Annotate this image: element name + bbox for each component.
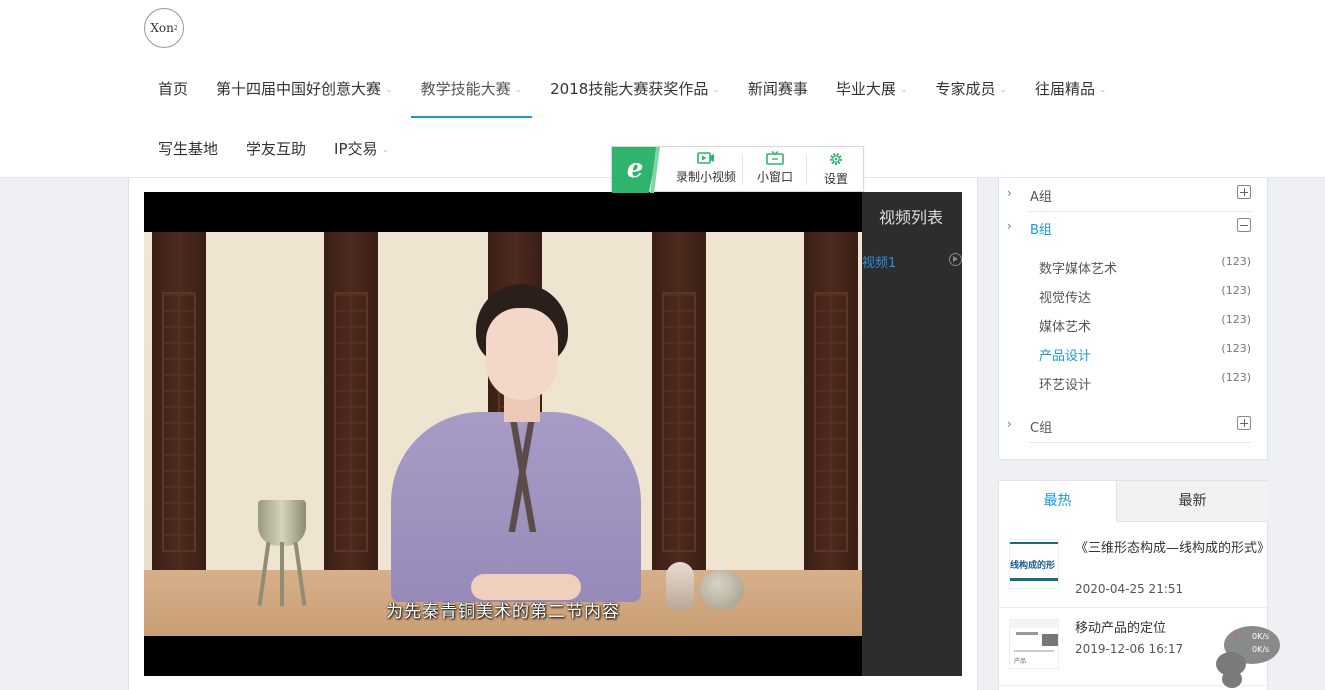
chevron-down-icon: ⌄ <box>381 144 390 155</box>
video-scene-paper-panel <box>706 232 804 572</box>
article-date: 2019-12-06 16:17 <box>1075 642 1184 656</box>
category-sidebar: › A组 › B组 数字媒体艺术 (123) 视觉传达 (123) 媒体艺术 (123… <box>998 178 1268 460</box>
thumbnail-text: 产品 <box>1014 658 1027 665</box>
chevron-down-icon: ⌄ <box>1099 84 1107 95</box>
category-item-selected[interactable]: 产品设计 (123) <box>1039 342 1251 365</box>
video-list-item[interactable]: 视频1 <box>862 252 962 271</box>
chevron-down-icon: ⌄ <box>712 84 720 95</box>
nav-item-news[interactable]: 新闻赛事 <box>738 76 818 102</box>
video-scene-screen <box>652 232 706 572</box>
category-count: (123) <box>1221 342 1251 355</box>
logo-sup: 2 <box>173 24 178 32</box>
nav-item-home[interactable]: 首页 <box>148 76 198 102</box>
chevron-down-icon: ⌄ <box>899 84 908 95</box>
article-thumbnail: 产品 <box>1009 619 1059 669</box>
video-presenter <box>376 284 646 602</box>
category-group-label: C组 <box>1030 421 1053 436</box>
download-arrow-icon: ↓ <box>1234 644 1240 652</box>
record-video-label: 录制小视频 <box>675 170 736 184</box>
nav-item-ip-trade[interactable]: IP交易 ⌄ <box>324 136 399 162</box>
video-list-item-label: 视频1 <box>862 256 897 271</box>
chevron-down-icon: ⌄ <box>385 84 393 95</box>
nav-item-past-best[interactable]: 往届精品 ⌄ <box>1025 76 1117 102</box>
video-subtitle: 为先秦青铜美术的第二节内容 <box>386 602 620 622</box>
site-logo[interactable]: Xon 2 <box>144 8 184 48</box>
category-count: (123) <box>1221 371 1251 384</box>
article-thumbnail: 线构成的形 <box>1009 539 1059 589</box>
chevron-down-icon: ⌄ <box>999 84 1008 95</box>
expand-icon[interactable] <box>1237 185 1251 199</box>
video-scene-screen <box>324 232 378 572</box>
video-frame[interactable]: 为先秦青铜美术的第二节内容 <box>144 232 862 636</box>
category-item[interactable]: 环艺设计 (123) <box>1039 371 1251 394</box>
logo-text: Xon <box>150 21 174 35</box>
network-speed-widget[interactable]: ↑ ↓ 0K/s 0K/s <box>1216 624 1280 690</box>
settings-label: 设置 <box>823 172 848 186</box>
nav-item-creative-contest[interactable]: 第十四届中国好创意大赛 ⌄ <box>206 76 403 102</box>
settings-button[interactable]: 设置 <box>814 151 858 189</box>
chevron-right-icon: › <box>1007 417 1012 431</box>
nav-item-sketch-base[interactable]: 写生基地 <box>148 136 228 162</box>
nav-item-peer-help[interactable]: 学友互助 <box>236 136 316 162</box>
category-count: (123) <box>1221 255 1251 268</box>
tab-new[interactable]: 最新 <box>1117 481 1268 522</box>
upload-speed: 0K/s <box>1252 632 1270 641</box>
category-group-a[interactable]: › A组 <box>1007 182 1251 212</box>
toolbar-divider <box>742 155 743 185</box>
main-nav-row-2: 写生基地 学友互助 IP交易 ⌄ <box>148 136 407 162</box>
nav-item-experts[interactable]: 专家成员 ⌄ <box>925 76 1017 102</box>
play-icon[interactable] <box>949 253 962 266</box>
download-speed: 0K/s <box>1252 645 1270 654</box>
category-item[interactable]: 数字媒体艺术 (123) <box>1039 255 1251 278</box>
tab-hot[interactable]: 最热 <box>999 481 1117 522</box>
video-scene-screen <box>804 232 858 572</box>
collapse-icon[interactable] <box>1237 218 1251 232</box>
nav-item-graduation-show[interactable]: 毕业大展 ⌄ <box>826 76 918 102</box>
category-group-label: A组 <box>1030 190 1052 205</box>
chevron-down-icon: ⌄ <box>514 84 523 95</box>
nav-item-teaching-skills[interactable]: 教学技能大赛 ⌄ <box>410 76 533 118</box>
expand-icon[interactable] <box>1237 416 1251 430</box>
mini-window-button[interactable]: 小窗口 <box>750 151 800 189</box>
video-list-panel: 视频列表 视频1 <box>862 192 962 676</box>
category-count: (123) <box>1221 284 1251 297</box>
nav-item-2018-awards[interactable]: 2018技能大赛获奖作品 ⌄ <box>540 76 730 102</box>
chevron-right-icon: › <box>1007 186 1012 200</box>
category-group-c[interactable]: › C组 <box>1007 413 1251 443</box>
category-item[interactable]: 视觉传达 (123) <box>1039 284 1251 307</box>
mini-window-label: 小窗口 <box>756 170 793 184</box>
browser-video-toolbar: e 录制小视频 小窗口 设置 <box>611 146 864 193</box>
divider <box>999 607 1269 608</box>
category-group-label: B组 <box>1030 223 1052 238</box>
category-count: (123) <box>1221 313 1251 326</box>
category-item[interactable]: 媒体艺术 (123) <box>1039 313 1251 336</box>
bronze-vessel <box>248 484 318 614</box>
video-player[interactable]: 为先秦青铜美术的第二节内容 视频列表 视频1 <box>144 192 962 676</box>
category-group-b[interactable]: › B组 <box>1007 215 1251 245</box>
video-camera-icon <box>697 152 714 164</box>
tv-icon <box>766 151 784 165</box>
record-video-button[interactable]: 录制小视频 <box>666 151 746 189</box>
video-scene-screen <box>152 232 206 572</box>
video-list-title: 视频列表 <box>879 208 944 227</box>
chevron-right-icon: › <box>1007 219 1012 233</box>
main-nav-row-1: 首页 第十四届中国好创意大赛 ⌄ 教学技能大赛 ⌄ 2018技能大赛获奖作品 ⌄ 新闻… <box>148 76 1125 118</box>
gear-icon <box>830 153 842 165</box>
upload-arrow-icon: ↑ <box>1234 632 1240 640</box>
toolbar-divider <box>806 155 807 185</box>
article-date: 2020-04-25 21:51 <box>1075 582 1184 596</box>
article-title[interactable]: 《三维形态构成—线构成的形式》 <box>1075 539 1270 559</box>
thumbnail-text: 线构成的形 <box>1010 561 1056 571</box>
